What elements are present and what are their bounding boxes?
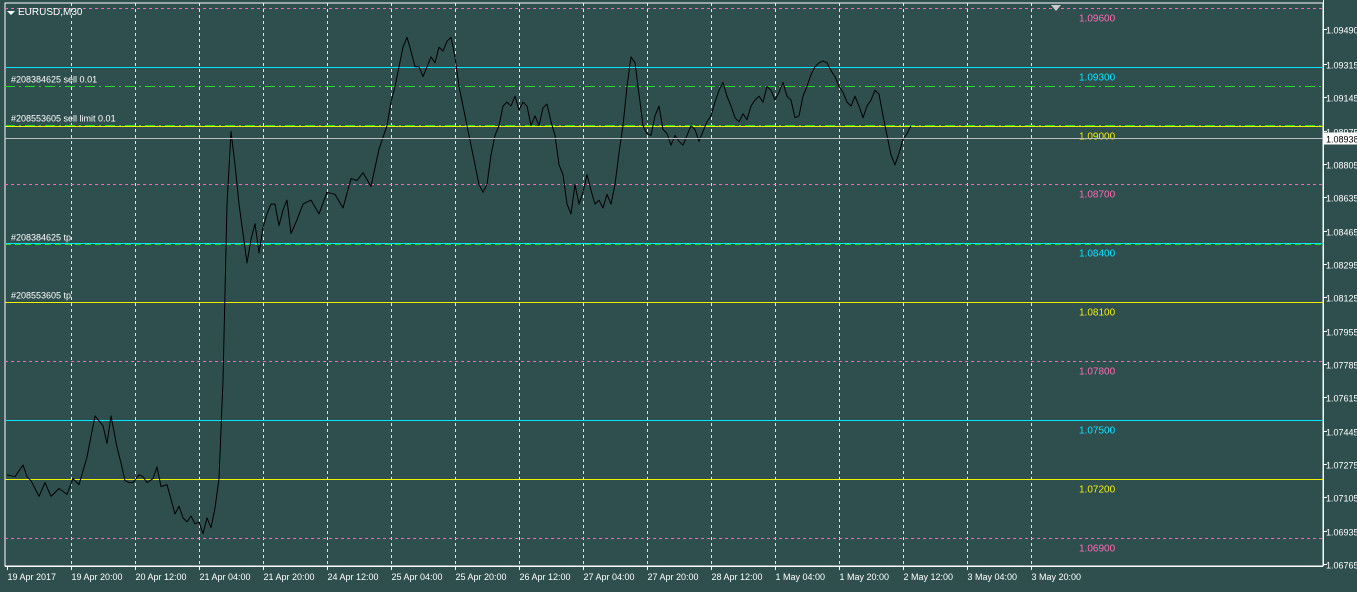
price-tick-label: 1.07105 [1326, 494, 1357, 504]
price-tick-label: 1.08295 [1326, 261, 1357, 271]
price-tick-label: 1.08805 [1326, 161, 1357, 171]
level-label: 1.07500 [1079, 426, 1116, 437]
chart-window[interactable]: 1.09600 1.09300 1.09000 1.08700 1.08400 1.081… [0, 0, 1357, 587]
time-tick-label: 25 Apr 20:00 [456, 572, 507, 582]
time-tick-label: 27 Apr 20:00 [648, 572, 699, 582]
price-tick-label: 1.07275 [1326, 461, 1357, 471]
time-tick-label: 3 May 04:00 [968, 572, 1018, 582]
time-tick-label: 20 Apr 12:00 [136, 572, 187, 582]
time-tick-label: 27 Apr 04:00 [584, 572, 635, 582]
level-label: 1.07200 [1079, 485, 1116, 496]
level-label: 1.09000 [1079, 132, 1116, 143]
time-tick-label: 19 Apr 20:00 [72, 572, 123, 582]
time-tick-label: 24 Apr 12:00 [328, 572, 379, 582]
price-tick-label: 1.07955 [1326, 328, 1357, 338]
price-chart[interactable]: 1.09600 1.09300 1.09000 1.08700 1.08400 1.081… [0, 0, 1357, 587]
price-tick-label: 1.08635 [1326, 194, 1357, 204]
time-axis: 19 Apr 2017 19 Apr 20:00 20 Apr 12:00 21 Ap… [5, 566, 1323, 582]
time-tick-label: 3 May 20:00 [1032, 572, 1082, 582]
level-label: 1.07800 [1079, 367, 1116, 378]
time-tick-label: 28 Apr 12:00 [712, 572, 763, 582]
price-tick-label: 1.06935 [1326, 528, 1357, 538]
level-label: 1.09300 [1079, 73, 1116, 84]
time-tick-label: 25 Apr 04:00 [392, 572, 443, 582]
order-label: #208384625 sell 0.01 [11, 75, 97, 85]
price-tick-label: 1.07445 [1326, 428, 1357, 438]
price-tick-label: 1.07615 [1326, 394, 1357, 404]
time-tick-label: 2 May 12:00 [904, 572, 954, 582]
price-tick-label: 1.09490 [1326, 26, 1357, 36]
symbol-label: EURUSD,M30 [18, 7, 83, 18]
order-label: #208384625 tp [11, 233, 71, 243]
price-tick-label: 1.09315 [1326, 61, 1357, 71]
level-label: 1.08100 [1079, 308, 1116, 319]
order-label: #208553605 sell limit 0.01 [11, 114, 116, 124]
level-label: 1.08700 [1079, 190, 1116, 201]
level-label: 1.08400 [1079, 249, 1116, 260]
plot-background [4, 2, 1324, 567]
price-tick-label: 1.06765 [1326, 561, 1357, 571]
price-tick-label: 1.08125 [1326, 294, 1357, 304]
price-tick-label: 1.07785 [1326, 361, 1357, 371]
time-tick-label: 19 Apr 2017 [8, 572, 57, 582]
current-price-label: 1.08938 [1326, 135, 1357, 145]
level-label: 1.09600 [1079, 14, 1116, 25]
price-axis: 1.094901.093151.091451.089751.088051.086… [1323, 0, 1357, 571]
time-tick-label: 21 Apr 04:00 [200, 572, 251, 582]
time-tick-label: 1 May 20:00 [840, 572, 890, 582]
time-tick-label: 21 Apr 20:00 [264, 572, 315, 582]
level-label: 1.06900 [1079, 544, 1116, 555]
time-tick-label: 26 Apr 12:00 [520, 572, 571, 582]
order-label: #208553605 tp [11, 291, 71, 301]
price-tick-label: 1.08465 [1326, 228, 1357, 238]
time-tick-label: 1 May 04:00 [776, 572, 826, 582]
price-tick-label: 1.09145 [1326, 94, 1357, 104]
